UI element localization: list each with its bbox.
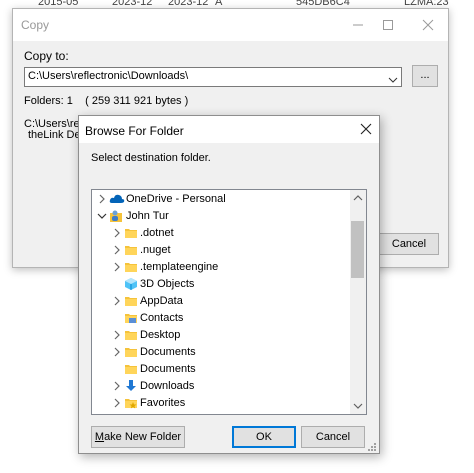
favorites-folder-icon [124,396,138,410]
resize-grip-icon[interactable] [367,441,377,451]
chevron-right-icon[interactable] [111,227,123,239]
folder-icon [124,260,138,274]
chevron-right-icon[interactable] [111,380,123,392]
tree-item-label: AppData [140,295,183,307]
tree-vertical-scrollbar[interactable] [350,190,366,414]
folder-icon [124,345,138,359]
tree-item-onedrive[interactable]: OneDrive - Personal [92,191,348,208]
folder-icon [124,294,138,308]
user-folder-icon [109,209,123,223]
tree-item-favorites[interactable]: Favorites [92,395,348,412]
make-new-folder-label: ake New Folder [104,431,182,443]
close-icon[interactable] [416,14,440,36]
destination-path-value: C:\Users\reflectronic\Downloads\ [28,70,189,82]
bg-cell: A [215,0,223,8]
close-icon[interactable] [357,120,375,138]
tree-item-label: Contacts [140,312,184,324]
maximize-icon[interactable] [376,14,400,36]
tree-item-label: Documents [140,363,196,375]
chevron-right-icon[interactable] [111,397,123,409]
scroll-up-icon[interactable] [350,190,366,206]
scrollbar-thumb[interactable] [351,221,364,278]
tree-item-documents-2[interactable]: Documents [92,361,348,378]
tree-item-contacts[interactable]: Contacts [92,310,348,327]
make-new-folder-button[interactable]: Make New Folder [91,426,185,448]
tree-item-label: OneDrive - Personal [126,193,226,205]
browse-title-bar: Browse For Folder [79,116,379,143]
folder-icon [124,226,138,240]
chevron-right-icon[interactable] [111,261,123,273]
mnemonic-letter: M [94,431,105,443]
destination-path-combobox[interactable]: C:\Users\reflectronic\Downloads\ [24,67,402,87]
folder-icon [124,362,138,376]
tree-item-dotnet[interactable]: .dotnet [92,225,348,242]
copy-to-label: Copy to: [24,49,69,63]
tree-item-label: 3D Objects [140,278,195,290]
browse-instruction: Select destination folder. [91,152,211,164]
bg-cell: 2023-12 [168,0,209,8]
folders-size-info: Folders: 1 ( 259 311 921 bytes ) [24,95,189,107]
scroll-down-icon[interactable] [350,398,366,414]
tree-item-label: John Tur [126,210,169,222]
folder-icon [124,328,138,342]
tree-item-nuget[interactable]: .nuget [92,242,348,259]
tree-item-john-tur[interactable]: John Tur [92,208,348,225]
cancel-button[interactable]: Cancel [301,426,365,448]
copy-cancel-button[interactable]: Cancel [379,233,439,255]
chevron-down-icon[interactable] [388,73,398,87]
browse-button[interactable]: ... [412,65,438,87]
chevron-right-icon[interactable] [111,329,123,341]
tree-item-label: Desktop [140,329,181,341]
chevron-right-icon[interactable] [111,295,123,307]
tree-item-label: Favorites [140,397,186,409]
tree-item-label: Downloads [140,380,195,392]
tree-item-label: .templateengine [140,261,219,273]
bg-cell: LZMA:23 [404,0,449,8]
copy-dialog-title: Copy [21,18,50,32]
folder-tree[interactable]: OneDrive - Personal John Tur .dotnet .nu… [91,189,367,415]
tree-item-appdata[interactable]: AppData [92,293,348,310]
tree-item-label: .dotnet [140,227,174,239]
browse-dialog-title: Browse For Folder [85,124,184,138]
tree-item-label: Documents [140,346,196,358]
ok-button[interactable]: OK [232,426,296,448]
folder-icon [124,243,138,257]
contacts-folder-icon [124,311,138,325]
bg-cell: 2023-12 [112,0,153,8]
3d-objects-icon [124,277,138,291]
chevron-right-icon[interactable] [111,346,123,358]
tree-item-downloads[interactable]: Downloads [92,378,348,395]
minimize-icon[interactable] [346,14,370,36]
tree-item-templateengine[interactable]: .templateengine [92,259,348,276]
onedrive-cloud-icon [109,192,125,206]
tree-item-desktop[interactable]: Desktop [92,327,348,344]
bg-cell: 545DB6C4 [296,0,350,8]
chevron-down-icon[interactable] [96,210,108,222]
tree-item-label: .nuget [140,244,171,256]
browse-for-folder-dialog: Browse For Folder Select destination fol… [78,115,380,454]
copy-title-bar: Copy [13,9,448,41]
tree-item-3d-objects[interactable]: 3D Objects [92,276,348,293]
chevron-right-icon[interactable] [96,193,108,205]
chevron-right-icon[interactable] [111,244,123,256]
downloads-icon [124,379,138,393]
tree-item-documents[interactable]: Documents [92,344,348,361]
bg-cell: 2015-05 [38,0,79,8]
